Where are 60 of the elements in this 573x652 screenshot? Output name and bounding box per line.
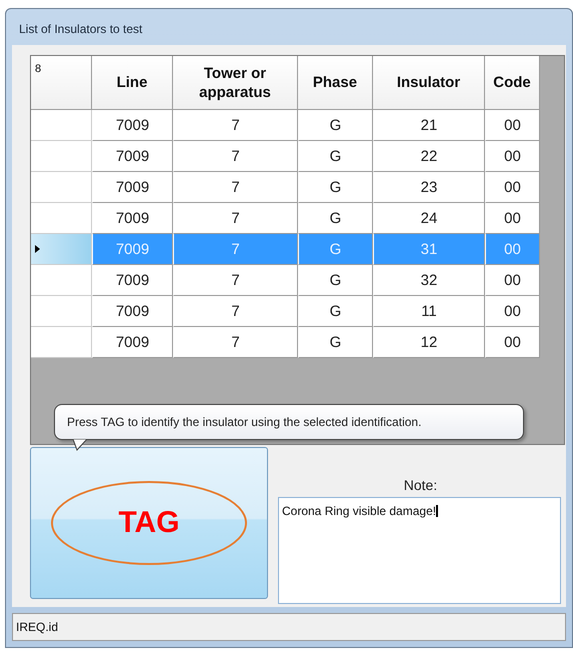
- table-cell: G: [298, 203, 373, 234]
- table-cell: 00: [485, 203, 540, 234]
- table-cell: 7: [173, 327, 298, 358]
- row-header[interactable]: [31, 203, 92, 234]
- table-cell: 00: [485, 327, 540, 358]
- table-cell: 7: [173, 234, 298, 265]
- table-cell: 22: [373, 141, 485, 172]
- table-cell: 7009: [92, 172, 173, 203]
- current-row-icon: [35, 245, 40, 253]
- table-cell: G: [298, 265, 373, 296]
- table-cell: G: [298, 172, 373, 203]
- table-cell: 7009: [92, 296, 173, 327]
- table-cell: 31: [373, 234, 485, 265]
- table-cell: 7009: [92, 203, 173, 234]
- status-text: IREQ.id: [16, 620, 58, 634]
- table-cell: 00: [485, 172, 540, 203]
- table-cell: 00: [485, 110, 540, 141]
- table-cell: 32: [373, 265, 485, 296]
- row-header[interactable]: [31, 265, 92, 296]
- table-cell: G: [298, 234, 373, 265]
- table-cell: 7: [173, 203, 298, 234]
- column-header[interactable]: Insulator: [373, 56, 485, 110]
- table-cell: 00: [485, 141, 540, 172]
- table-cell: G: [298, 327, 373, 358]
- column-header[interactable]: Phase: [298, 56, 373, 110]
- corner-header: 8: [31, 56, 92, 110]
- row-header[interactable]: [31, 234, 92, 265]
- table-cell: 7: [173, 265, 298, 296]
- table-cell: 7009: [92, 141, 173, 172]
- row-header[interactable]: [31, 172, 92, 203]
- column-header[interactable]: Code: [485, 56, 540, 110]
- table-cell: 24: [373, 203, 485, 234]
- table-cell: 7: [173, 110, 298, 141]
- table-cell: 7009: [92, 110, 173, 141]
- table-cell: 23: [373, 172, 485, 203]
- table-cell: 00: [485, 234, 540, 265]
- row-header[interactable]: [31, 110, 92, 141]
- table-cell: 7: [173, 172, 298, 203]
- row-header[interactable]: [31, 296, 92, 327]
- row-header[interactable]: [31, 327, 92, 358]
- column-header[interactable]: Line: [92, 56, 173, 110]
- table-cell: G: [298, 296, 373, 327]
- row-header[interactable]: [31, 141, 92, 172]
- table-cell: 00: [485, 265, 540, 296]
- table-cell: G: [298, 141, 373, 172]
- note-label: Note:: [404, 477, 438, 493]
- table-cell: 7: [173, 141, 298, 172]
- table-cell: 00: [485, 296, 540, 327]
- table-cell: 7009: [92, 234, 173, 265]
- table-cell: 12: [373, 327, 485, 358]
- window-title: List of Insulators to test: [18, 21, 144, 38]
- table-cell: 7009: [92, 265, 173, 296]
- table-cell: 7: [173, 296, 298, 327]
- note-field[interactable]: Corona Ring visible damage!: [278, 497, 561, 604]
- column-header[interactable]: Tower or apparatus: [173, 56, 298, 110]
- table-cell: 7009: [92, 327, 173, 358]
- table-cell: 21: [373, 110, 485, 141]
- table-cell: G: [298, 110, 373, 141]
- table-cell: 11: [373, 296, 485, 327]
- text-cursor: [436, 505, 438, 517]
